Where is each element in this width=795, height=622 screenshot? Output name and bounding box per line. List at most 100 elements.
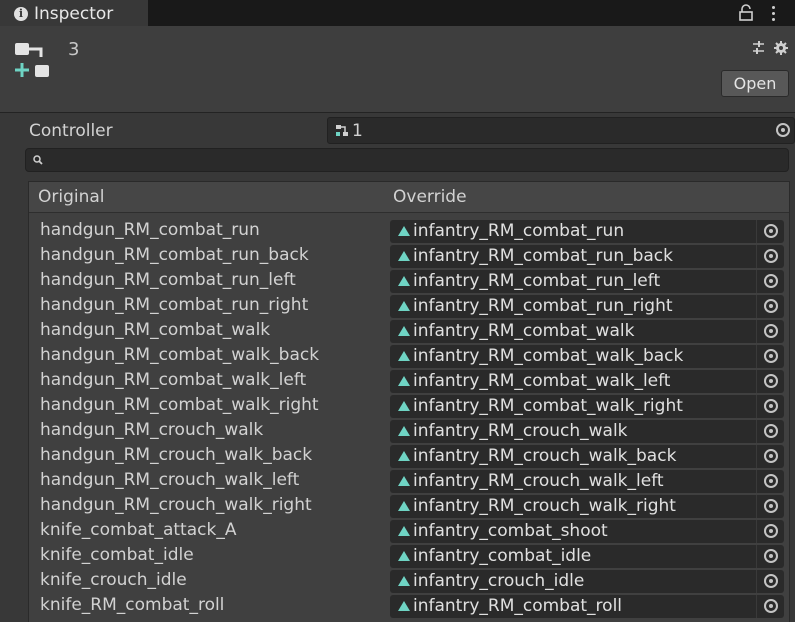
object-picker-icon[interactable] — [764, 374, 778, 388]
animation-clip-icon — [398, 226, 410, 236]
divider — [756, 595, 757, 618]
override-clip-name: infantry_RM_combat_walk_back — [413, 346, 684, 366]
override-clip-field[interactable]: infantry_RM_combat_walk_left — [390, 370, 784, 393]
divider — [756, 545, 757, 568]
object-picker-icon[interactable] — [764, 349, 778, 363]
tab-bar: i Inspector — [0, 0, 795, 27]
original-clip-name: handgun_RM_combat_run_left — [40, 270, 296, 290]
override-clip-name: infantry_RM_combat_run_left — [413, 271, 661, 291]
override-clip-field[interactable]: infantry_combat_shoot — [390, 520, 784, 543]
table-row: handgun_RM_combat_run_left infantry_RM_co… — [29, 269, 789, 294]
original-clip-name: handgun_RM_combat_run_right — [40, 295, 309, 315]
override-clip-field[interactable]: infantry_combat_idle — [390, 545, 784, 568]
override-clip-field[interactable]: infantry_RM_combat_run_back — [390, 245, 784, 268]
table-row: knife_crouch_idle infantry_crouch_idle — [29, 569, 789, 594]
override-clip-field[interactable]: infantry_RM_combat_walk_back — [390, 345, 784, 368]
table-row: knife_combat_idle infantry_combat_idle — [29, 544, 789, 569]
animation-clip-icon — [398, 251, 410, 261]
lock-icon[interactable] — [738, 4, 754, 22]
search-input[interactable] — [25, 148, 789, 172]
table-row: handgun_RM_crouch_walk_right infantry_RM_… — [29, 494, 789, 519]
divider — [756, 420, 757, 443]
info-icon: i — [14, 6, 28, 21]
tab-label: Inspector — [34, 3, 114, 24]
original-clip-name: handgun_RM_combat_run — [40, 220, 260, 240]
override-clip-field[interactable]: infantry_RM_combat_walk_right — [390, 395, 784, 418]
override-clip-field[interactable]: infantry_crouch_idle — [390, 570, 784, 593]
override-clip-name: infantry_RM_combat_run — [413, 221, 625, 241]
override-clip-field[interactable]: infantry_RM_crouch_walk_right — [390, 495, 784, 518]
object-picker-icon[interactable] — [764, 274, 778, 288]
object-picker-icon[interactable] — [764, 324, 778, 338]
override-clip-field[interactable]: infantry_RM_combat_run — [390, 220, 784, 243]
override-clip-field[interactable]: infantry_RM_combat_run_right — [390, 295, 784, 318]
animation-clip-icon — [398, 476, 410, 486]
override-clip-name: infantry_combat_shoot — [413, 521, 608, 541]
animation-clip-icon — [398, 301, 410, 311]
object-picker-icon[interactable] — [764, 524, 778, 538]
object-picker-icon[interactable] — [764, 249, 778, 263]
divider — [756, 570, 757, 593]
divider — [756, 270, 757, 293]
object-picker-icon[interactable] — [764, 299, 778, 313]
override-clip-name: infantry_RM_combat_walk — [413, 321, 635, 341]
search-icon — [33, 155, 43, 165]
override-clip-field[interactable]: infantry_RM_combat_roll — [390, 595, 784, 618]
divider — [756, 245, 757, 268]
divider — [756, 395, 757, 418]
original-clip-name: handgun_RM_combat_run_back — [40, 245, 309, 265]
controller-label: Controller — [29, 121, 113, 141]
override-clip-field[interactable]: infantry_RM_crouch_walk — [390, 420, 784, 443]
original-clip-name: handgun_RM_crouch_walk — [40, 420, 264, 440]
animation-clip-icon — [398, 526, 410, 536]
object-picker-icon[interactable] — [776, 123, 790, 137]
divider — [756, 495, 757, 518]
divider — [756, 295, 757, 318]
open-button[interactable]: Open — [721, 70, 789, 97]
table-row: handgun_RM_combat_walk infantry_RM_combat… — [29, 319, 789, 344]
table-row: handgun_RM_combat_walk_back infantry_RM_c… — [29, 344, 789, 369]
animation-clip-icon — [398, 576, 410, 586]
table-row: handgun_RM_combat_run_back infantry_RM_co… — [29, 244, 789, 269]
asset-name: 3 — [68, 39, 80, 60]
divider — [756, 470, 757, 493]
kebab-menu-icon[interactable] — [768, 3, 778, 23]
object-picker-icon[interactable] — [764, 474, 778, 488]
override-clip-field[interactable]: infantry_RM_combat_run_left — [390, 270, 784, 293]
override-clip-name: infantry_RM_combat_walk_left — [413, 371, 671, 391]
table-row: handgun_RM_combat_walk_left infantry_RM_c… — [29, 369, 789, 394]
divider — [756, 520, 757, 543]
presets-icon[interactable] — [752, 40, 788, 56]
controller-field[interactable]: 1 — [327, 117, 795, 144]
override-clip-name: infantry_RM_crouch_walk_left — [413, 471, 664, 491]
override-clip-field[interactable]: infantry_RM_crouch_walk_back — [390, 445, 784, 468]
object-picker-icon[interactable] — [764, 224, 778, 238]
object-picker-icon[interactable] — [764, 449, 778, 463]
object-picker-icon[interactable] — [764, 574, 778, 588]
tab-inspector[interactable]: i Inspector — [0, 0, 148, 27]
animation-clip-icon — [398, 601, 410, 611]
original-clip-name: handgun_RM_crouch_walk_back — [40, 445, 313, 465]
divider — [756, 445, 757, 468]
table-row: handgun_RM_crouch_walk infantry_RM_crouch… — [29, 419, 789, 444]
override-clip-field[interactable]: infantry_RM_crouch_walk_left — [390, 470, 784, 493]
override-clip-name: infantry_crouch_idle — [413, 571, 585, 591]
original-clip-name: handgun_RM_combat_walk — [40, 320, 271, 340]
animation-clip-icon — [398, 351, 410, 361]
override-clip-name: infantry_RM_crouch_walk_back — [413, 446, 677, 466]
original-clip-name: knife_combat_idle — [40, 545, 194, 565]
table-row: handgun_RM_combat_run infantry_RM_combat_… — [29, 219, 789, 244]
original-clip-name: handgun_RM_crouch_walk_right — [40, 495, 312, 515]
animator-controller-icon — [336, 125, 348, 136]
object-picker-icon[interactable] — [764, 424, 778, 438]
object-picker-icon[interactable] — [764, 399, 778, 413]
object-picker-icon[interactable] — [764, 499, 778, 513]
original-clip-name: handgun_RM_combat_walk_left — [40, 370, 307, 390]
controller-value: 1 — [352, 121, 363, 141]
override-clip-name: infantry_RM_crouch_walk_right — [413, 496, 676, 516]
table-row: knife_RM_combat_roll infantry_RM_combat_r… — [29, 594, 789, 619]
override-clip-field[interactable]: infantry_RM_combat_walk — [390, 320, 784, 343]
object-picker-icon[interactable] — [764, 599, 778, 613]
animation-clip-icon — [398, 276, 410, 286]
object-picker-icon[interactable] — [764, 549, 778, 563]
